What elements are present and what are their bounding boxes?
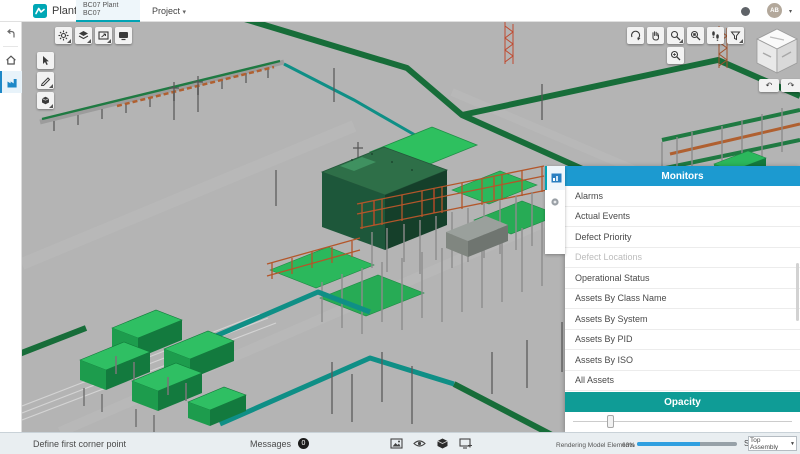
- capture-region-icon: [98, 31, 109, 40]
- magnifier-icon: [670, 30, 681, 41]
- scope-dropdown[interactable]: Top Assembly ▼: [748, 436, 797, 451]
- new-view-button[interactable]: [459, 437, 472, 450]
- plantsight-logo-icon: [33, 4, 47, 18]
- sidebar-back-button[interactable]: [0, 22, 22, 44]
- snapshot-button[interactable]: [390, 437, 403, 450]
- messages-count-badge: 0: [298, 438, 309, 449]
- view-filter-button[interactable]: [727, 27, 744, 44]
- monitor-item-assets-by-class-name[interactable]: Assets By Class Name: [565, 289, 800, 309]
- monitors-panel: Monitors Alarms Actual Events Defect Pri…: [565, 166, 800, 432]
- monitor-item-defect-priority[interactable]: Defect Priority: [565, 227, 800, 248]
- project-dropdown[interactable]: Project ▾: [152, 6, 186, 16]
- fit-view-button[interactable]: [687, 27, 704, 44]
- status-bar: Define first corner point Messages 0 Ren…: [0, 432, 800, 454]
- top-app-bar: PlantSight BC07 Plant BC07 Project ▾ AB …: [0, 0, 800, 22]
- orbit-tool-button[interactable]: [627, 27, 644, 44]
- panel-scrollbar[interactable]: [796, 188, 799, 386]
- app-sidebar: [0, 22, 22, 432]
- isolate-button[interactable]: [436, 437, 449, 450]
- tab-line2: BC07: [83, 10, 101, 17]
- view-undo-button[interactable]: ↶: [759, 79, 779, 92]
- display-tool-button[interactable]: [115, 27, 132, 44]
- pan-hand-icon: [652, 31, 659, 41]
- avatar[interactable]: AB: [767, 3, 782, 18]
- zoom-tool-button[interactable]: [667, 27, 684, 44]
- gear-icon: [58, 30, 69, 41]
- monitors-list: Alarms Actual Events Defect Priority Def…: [565, 186, 800, 392]
- view-redo-button[interactable]: ↷: [781, 79, 800, 92]
- settings-tool-button[interactable]: [55, 27, 72, 44]
- monitor-item-actual-events[interactable]: Actual Events: [565, 207, 800, 227]
- view-cube[interactable]: [755, 27, 799, 77]
- sidebar-item-plant[interactable]: [0, 71, 22, 93]
- monitors-panel-icon: [551, 173, 561, 183]
- layers-icon: [78, 31, 89, 40]
- monitor-item-operational-status[interactable]: Operational Status: [565, 268, 800, 289]
- monitor-item-assets-by-system[interactable]: Assets By System: [565, 309, 800, 330]
- messages-button[interactable]: Messages: [250, 439, 291, 449]
- image-icon: [390, 438, 403, 449]
- footprints-icon: [712, 31, 719, 41]
- back-arrow-icon: [7, 28, 15, 38]
- help-icon[interactable]: [741, 7, 750, 16]
- undo-arrow-icon: ↶: [765, 81, 773, 90]
- magnifier-fit-icon: [690, 30, 701, 41]
- funnel-icon: [730, 31, 741, 41]
- scrollbar-thumb[interactable]: [796, 263, 799, 322]
- home-icon: [6, 55, 16, 65]
- rendering-progress-bar: [637, 442, 737, 446]
- sidebar-divider: [3, 46, 18, 47]
- solid-cube-icon: [437, 438, 448, 449]
- magnifier-plus-icon: [670, 50, 681, 61]
- sidebar-item-home[interactable]: [0, 49, 22, 71]
- viewport-toolbar-nav: [627, 27, 744, 44]
- cursor-icon: [43, 56, 49, 65]
- panel-tab-strip: [545, 166, 565, 254]
- visibility-button[interactable]: [413, 437, 426, 450]
- view-history-buttons: ↶ ↷: [759, 79, 800, 92]
- pan-tool-button[interactable]: [647, 27, 664, 44]
- monitor-item-alarms[interactable]: Alarms: [565, 186, 800, 207]
- capture-tool-button[interactable]: [95, 27, 112, 44]
- redo-arrow-icon: ↷: [787, 81, 795, 90]
- rendering-percent: 63%: [622, 442, 636, 449]
- opacity-section-header[interactable]: Opacity: [565, 392, 800, 412]
- orbit-icon: [631, 30, 641, 41]
- panel-tab-settings[interactable]: [545, 190, 565, 214]
- eye-icon: [413, 440, 426, 447]
- monitor-item-all-assets[interactable]: All Assets: [565, 371, 800, 391]
- layers-tool-button[interactable]: [75, 27, 92, 44]
- scope-value: Top Assembly: [750, 436, 779, 451]
- circle-icon: [551, 198, 559, 206]
- display-plus-icon: [459, 438, 472, 449]
- avatar-chevron-icon[interactable]: ▾: [789, 8, 792, 15]
- tab-line1: BC07 Plant: [83, 2, 119, 9]
- measure-tool-button[interactable]: [37, 72, 54, 89]
- chevron-down-icon: ▾: [182, 9, 187, 16]
- rendering-progress-fill: [637, 442, 700, 446]
- viewport-toolbar-top: [55, 27, 132, 44]
- walk-tool-button[interactable]: [707, 27, 724, 44]
- display-icon: [119, 32, 128, 41]
- select-tool-button[interactable]: [37, 52, 54, 69]
- statusbar-icons: [390, 437, 472, 450]
- opacity-slider-track: [573, 421, 792, 422]
- panel-tab-monitors[interactable]: [545, 166, 565, 190]
- monitors-panel-header: Monitors: [565, 166, 800, 186]
- model-viewport[interactable]: ↶ ↷ Monitors Alarms Actual Events Defect…: [22, 22, 800, 432]
- tool-prompt: Define first corner point: [33, 439, 127, 449]
- monitor-item-assets-by-iso[interactable]: Assets By ISO: [565, 350, 800, 371]
- opacity-slider: [565, 412, 800, 432]
- tab-bc07-plant[interactable]: BC07 Plant BC07: [76, 0, 140, 22]
- zoom-window-button[interactable]: [667, 47, 684, 64]
- monitor-item-assets-by-pid[interactable]: Assets By PID: [565, 330, 800, 350]
- monitor-item-defect-locations: Defect Locations: [565, 248, 800, 268]
- pencil-icon: [40, 77, 51, 86]
- scope-caret-icon: ▼: [790, 440, 795, 447]
- volume-tool-button[interactable]: [37, 92, 54, 109]
- cube-icon: [41, 96, 50, 105]
- factory-icon: [7, 78, 17, 87]
- viewport-toolbar-left: [37, 52, 54, 109]
- opacity-slider-handle[interactable]: [607, 415, 615, 428]
